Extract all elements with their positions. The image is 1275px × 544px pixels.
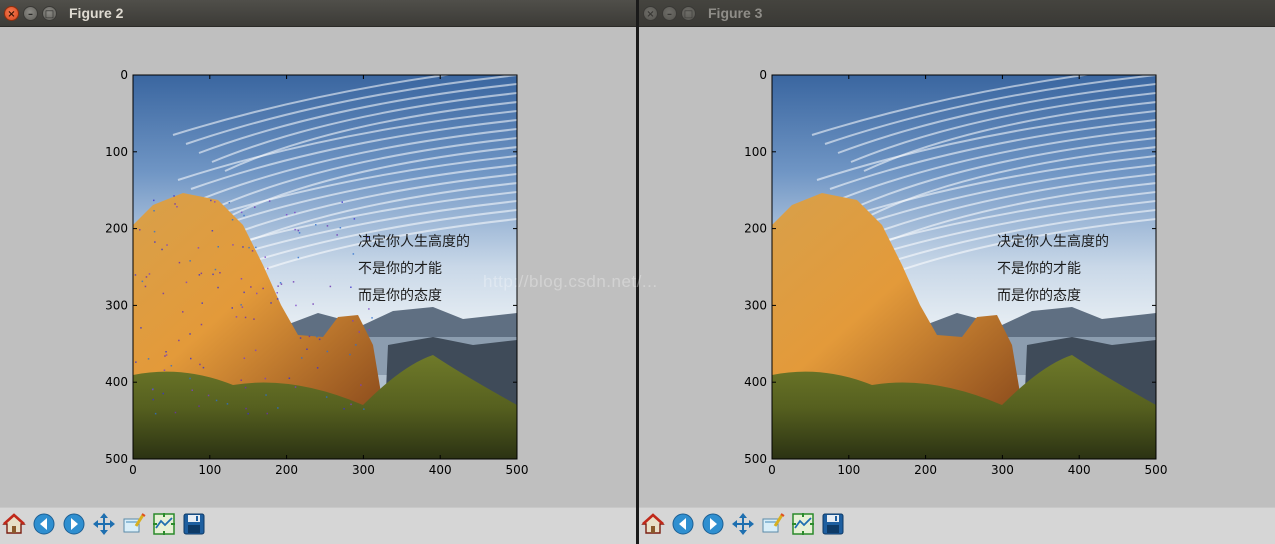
titlebar[interactable]: × – □ Figure 3: [639, 0, 1275, 27]
forward-arrow-button[interactable]: [60, 512, 88, 540]
x-tick-label: 100: [837, 463, 860, 477]
y-tick-label: 0: [120, 68, 128, 82]
svg-text:http://blog.csdn.net/...: http://blog.csdn.net/...: [483, 272, 658, 291]
landscape-image: [133, 75, 517, 459]
plot-canvas[interactable]: 决定你人生高度的不是你的才能而是你的态度0 100 200 300 400 5000100…: [639, 27, 1275, 507]
back-arrow-icon: [671, 512, 695, 540]
configure-subplots-button[interactable]: [789, 512, 817, 540]
x-tick-label: 400: [429, 463, 452, 477]
y-tick-label: 0: [759, 68, 767, 82]
zoom-icon: [761, 512, 785, 540]
maximize-window-icon[interactable]: □: [42, 6, 57, 21]
image-caption-line: 决定你人生高度的: [358, 233, 470, 250]
titlebar[interactable]: × – □ Figure 2: [0, 0, 636, 27]
navigation-toolbar: [0, 507, 636, 544]
y-tick-label: 400: [105, 375, 128, 389]
x-tick-label: 0: [768, 463, 776, 477]
minimize-window-icon[interactable]: –: [662, 6, 677, 21]
window-title: Figure 2: [69, 5, 124, 21]
y-tick-label: 200: [105, 222, 128, 236]
forward-arrow-icon: [62, 512, 86, 540]
y-tick-label: 100: [105, 145, 128, 159]
pan-button[interactable]: [90, 512, 118, 540]
watermark-logo: http://blog.csdn.net/...: [483, 272, 658, 291]
y-tick-label: 500: [105, 452, 128, 466]
landscape-image: [772, 75, 1156, 459]
back-arrow-button[interactable]: [30, 512, 58, 540]
back-arrow-button[interactable]: [669, 512, 697, 540]
x-tick-label: 300: [991, 463, 1014, 477]
close-window-icon[interactable]: ×: [4, 6, 19, 21]
home-icon: [641, 512, 665, 540]
zoom-button[interactable]: [120, 512, 148, 540]
image-caption-line: 不是你的才能: [358, 261, 442, 277]
save-icon: [182, 512, 206, 540]
back-arrow-icon: [32, 512, 56, 540]
configure-subplots-icon: [791, 512, 815, 540]
configure-subplots-button[interactable]: [150, 512, 178, 540]
home-button[interactable]: [0, 512, 28, 540]
x-tick-label: 0: [129, 463, 137, 477]
zoom-icon: [122, 512, 146, 540]
navigation-toolbar: [639, 507, 1275, 544]
save-icon: [821, 512, 845, 540]
image-caption-line: 而是你的态度: [997, 288, 1081, 304]
watermark-text: http://blog.csdn.net/...: [483, 272, 803, 297]
y-tick-label: 100: [744, 145, 767, 159]
window-title: Figure 3: [708, 5, 763, 21]
y-tick-label: 500: [744, 452, 767, 466]
close-window-icon[interactable]: ×: [643, 6, 658, 21]
pan-button[interactable]: [729, 512, 757, 540]
save-button[interactable]: [819, 512, 847, 540]
minimize-window-icon[interactable]: –: [23, 6, 38, 21]
zoom-button[interactable]: [759, 512, 787, 540]
forward-arrow-icon: [701, 512, 725, 540]
image-caption-line: 而是你的态度: [358, 288, 442, 304]
configure-subplots-icon: [152, 512, 176, 540]
pan-icon: [92, 512, 116, 540]
maximize-window-icon[interactable]: □: [681, 6, 696, 21]
x-tick-label: 200: [275, 463, 298, 477]
image-caption-line: 决定你人生高度的: [997, 233, 1109, 250]
x-tick-label: 300: [352, 463, 375, 477]
home-icon: [2, 512, 26, 540]
x-tick-label: 200: [914, 463, 937, 477]
x-tick-label: 100: [198, 463, 221, 477]
x-tick-label: 500: [506, 463, 529, 477]
home-button[interactable]: [639, 512, 667, 540]
save-button[interactable]: [180, 512, 208, 540]
forward-arrow-button[interactable]: [699, 512, 727, 540]
y-tick-label: 300: [744, 298, 767, 312]
y-tick-label: 200: [744, 222, 767, 236]
y-tick-label: 400: [744, 375, 767, 389]
x-tick-label: 500: [1145, 463, 1168, 477]
image-caption-line: 不是你的才能: [997, 261, 1081, 277]
y-tick-label: 300: [105, 298, 128, 312]
plot-canvas[interactable]: 决定你人生高度的不是你的才能而是你的态度0 100 200 300 400 5000100…: [0, 27, 636, 507]
x-tick-label: 400: [1068, 463, 1091, 477]
pan-icon: [731, 512, 755, 540]
